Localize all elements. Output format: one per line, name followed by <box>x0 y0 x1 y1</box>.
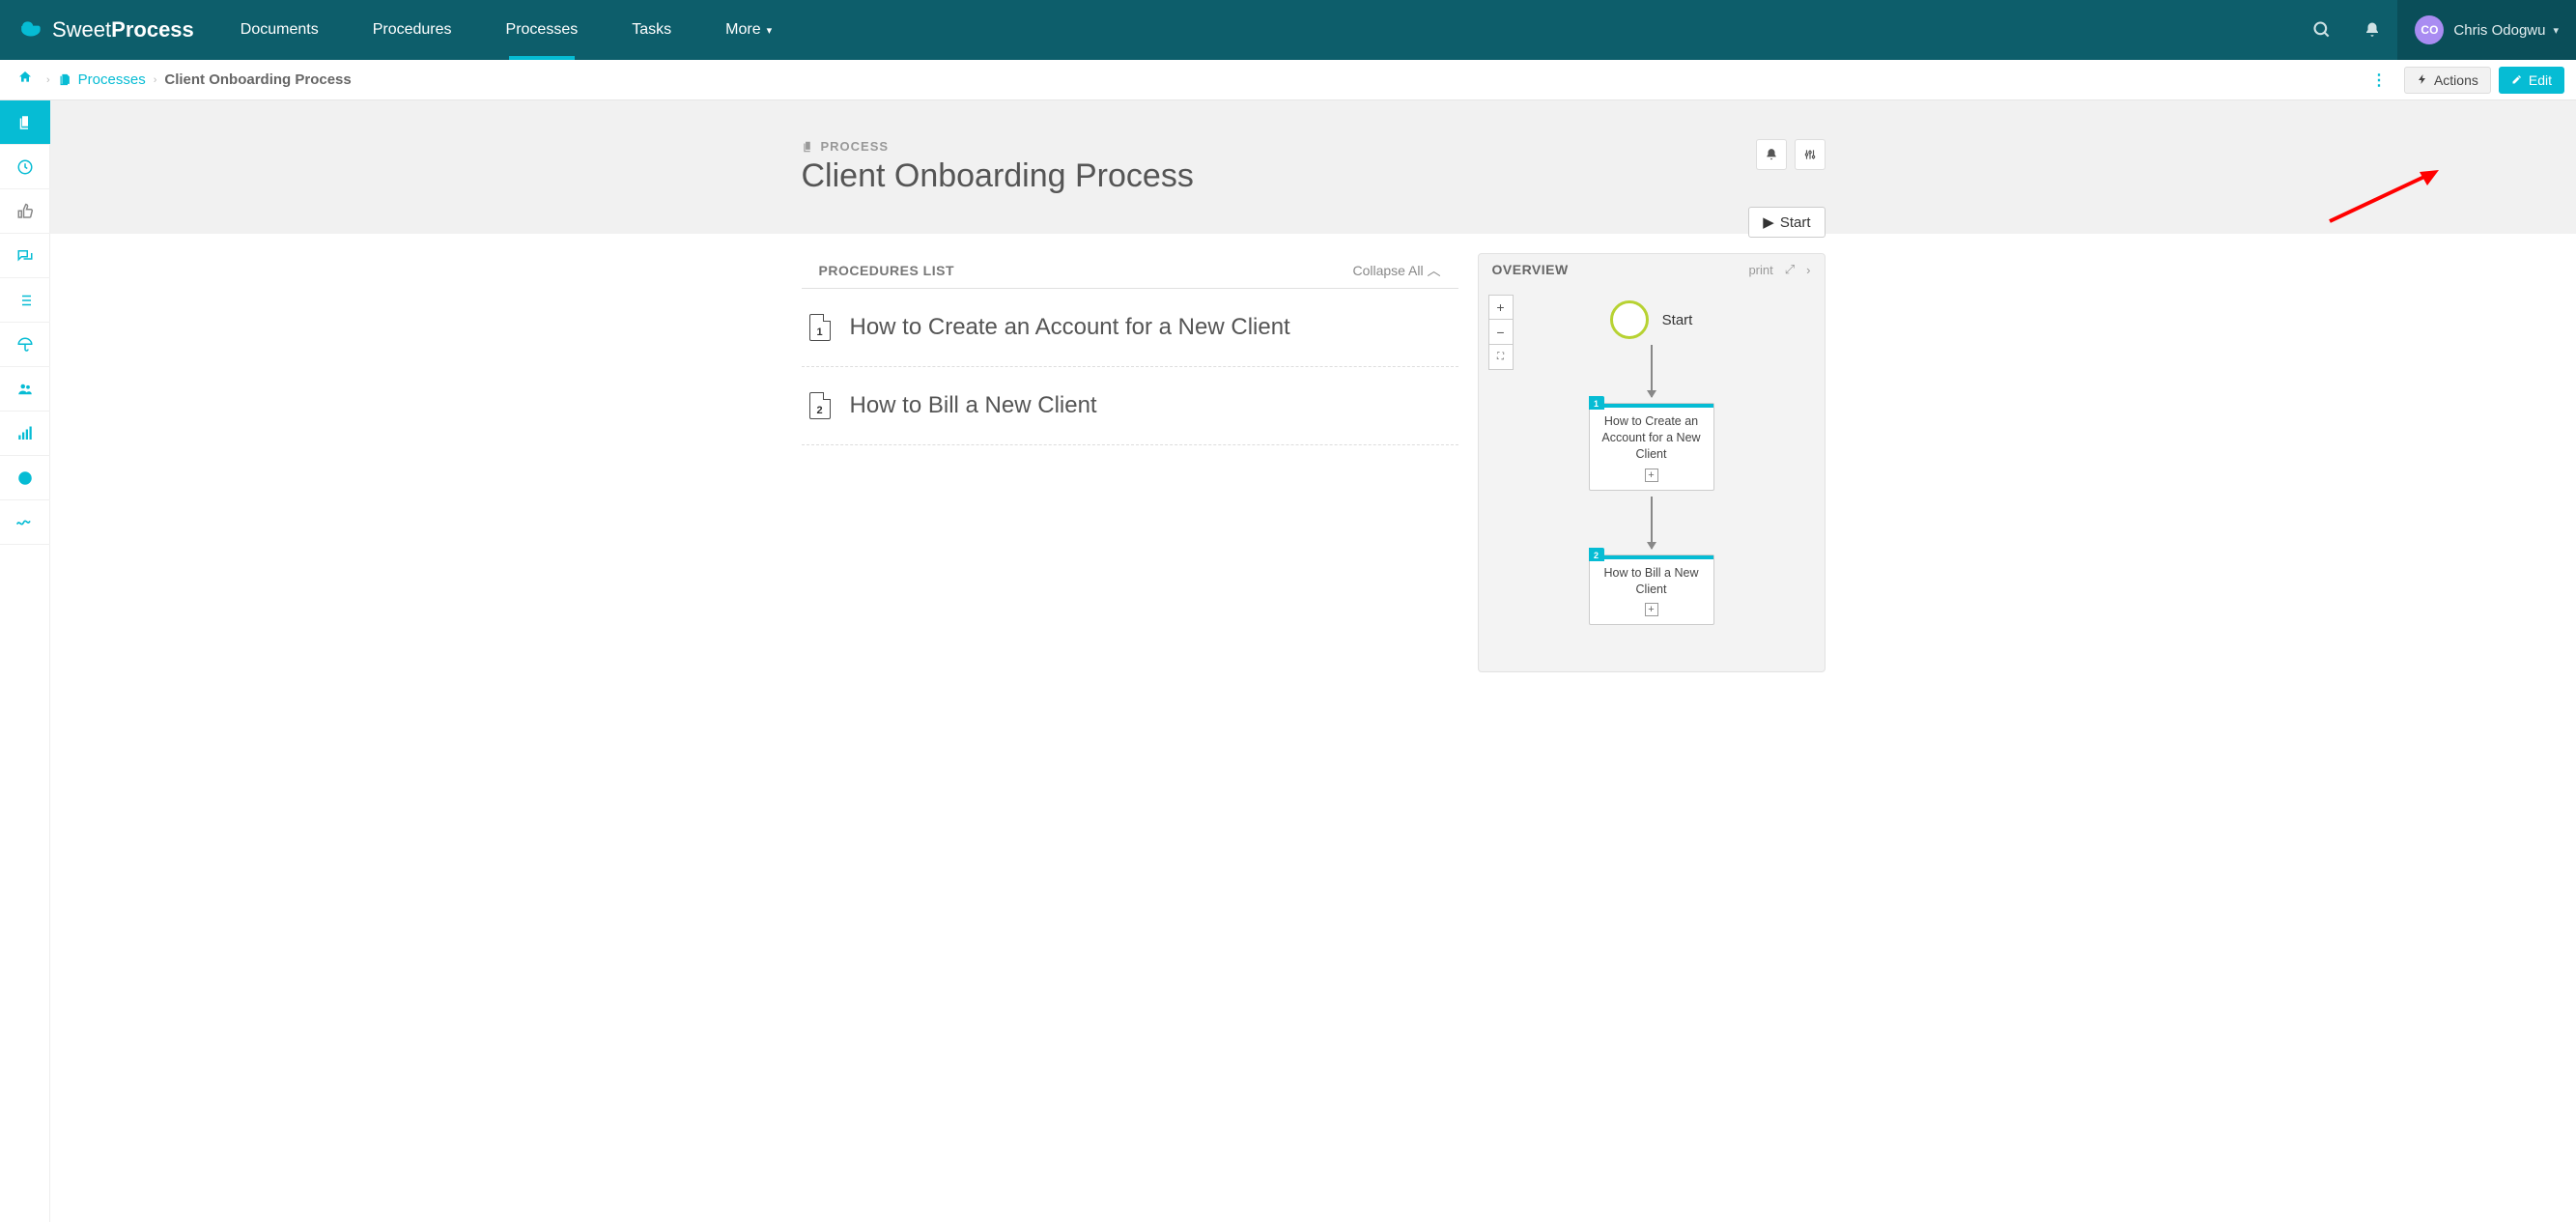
main-columns: PROCEDURES LIST Collapse All ︿ 1 How to … <box>782 234 1845 692</box>
user-name: Chris Odogwu <box>2453 22 2545 39</box>
nav-processes[interactable]: Processes <box>479 0 606 60</box>
sidebar-chat-icon[interactable] <box>0 234 50 278</box>
nav-documents[interactable]: Documents <box>213 0 346 60</box>
search-icon[interactable] <box>2297 0 2347 60</box>
chevron-up-icon: ︿ <box>1428 263 1441 278</box>
expand-node-icon[interactable]: + <box>1645 603 1658 616</box>
sidebar-activity-icon[interactable] <box>0 500 50 545</box>
sidebar-list-icon[interactable] <box>0 278 50 323</box>
flow-start-label: Start <box>1662 312 1693 328</box>
procedure-doc-icon: 2 <box>809 392 831 419</box>
nav-right: CO Chris Odogwu ▾ <box>2297 0 2576 60</box>
header-tools <box>1756 139 1826 170</box>
edit-button[interactable]: Edit <box>2499 67 2564 94</box>
side-nav <box>0 100 50 1222</box>
flow-node[interactable]: 1 How to Create an Account for a New Cli… <box>1589 403 1714 491</box>
print-button[interactable]: print <box>1748 263 1772 277</box>
sidebar-users-icon[interactable] <box>0 367 50 412</box>
documents-icon <box>58 72 72 87</box>
user-menu[interactable]: CO Chris Odogwu ▾ <box>2397 0 2576 60</box>
flow-node-number: 2 <box>1589 548 1604 561</box>
start-button[interactable]: ▶ Start <box>1748 207 1825 238</box>
sidebar-bars-icon[interactable] <box>0 412 50 456</box>
zoom-controls: + − ⛶ <box>1488 295 1514 370</box>
overview-title: OVERVIEW <box>1492 262 1569 277</box>
nav-more[interactable]: More▾ <box>698 0 799 60</box>
edit-icon <box>2511 72 2523 88</box>
sidebar-thumbs-up-icon[interactable] <box>0 189 50 234</box>
page-header: PROCESS Client Onboarding Process ▶ Star… <box>50 100 2576 234</box>
breadcrumb-sep: › <box>146 74 165 86</box>
page-type-label: PROCESS <box>802 139 1826 154</box>
avatar: CO <box>2415 15 2444 44</box>
expand-node-icon[interactable]: + <box>1645 469 1658 482</box>
procedure-item[interactable]: 1 How to Create an Account for a New Cli… <box>802 289 1458 367</box>
logo[interactable]: SweetProcess <box>0 17 213 43</box>
top-nav: SweetProcess Documents Procedures Proces… <box>0 0 2576 60</box>
chevron-down-icon: ▾ <box>767 24 773 37</box>
procedures-header: PROCEDURES LIST Collapse All ︿ <box>802 253 1458 289</box>
sidebar-gear-icon[interactable] <box>0 456 50 500</box>
zoom-out-button[interactable]: − <box>1488 320 1514 345</box>
flow-node-number: 1 <box>1589 396 1604 410</box>
nav-procedures[interactable]: Procedures <box>346 0 479 60</box>
logo-text-2: Process <box>111 17 194 43</box>
notify-button[interactable] <box>1756 139 1787 170</box>
flow-start-node[interactable] <box>1610 300 1649 339</box>
fit-button[interactable]: ⛶ <box>1488 345 1514 370</box>
workarea: PROCESS Client Onboarding Process ▶ Star… <box>0 100 2576 1222</box>
flow-diagram: Start 1 How to Create an Account for a N… <box>1492 295 1811 625</box>
overview-header: OVERVIEW print ⤢ › <box>1479 254 1825 285</box>
expand-icon[interactable]: ⤢ <box>1785 262 1795 277</box>
overview-panel: OVERVIEW print ⤢ › + − ⛶ <box>1478 253 1826 672</box>
procedure-title: How to Create an Account for a New Clien… <box>850 314 1290 341</box>
logo-icon <box>19 17 44 43</box>
flow-arrow <box>1651 345 1653 397</box>
process-icon <box>802 140 815 154</box>
flow-arrow <box>1651 497 1653 549</box>
flow-node-text: How to Bill a New Client <box>1590 559 1713 602</box>
overview-canvas: + − ⛶ Start 1 How to Create an <box>1479 285 1825 671</box>
breadcrumb-current: Client Onboarding Process <box>164 71 351 88</box>
sidebar-documents-icon[interactable] <box>0 100 50 145</box>
collapse-all-button[interactable]: Collapse All ︿ <box>1352 261 1440 280</box>
nav-items: Documents Procedures Processes Tasks Mor… <box>213 0 2298 60</box>
sidebar-clock-icon[interactable] <box>0 145 50 189</box>
procedures-column: PROCEDURES LIST Collapse All ︿ 1 How to … <box>802 253 1458 445</box>
breadcrumb-bar: › Processes › Client Onboarding Process … <box>0 60 2576 100</box>
content: PROCESS Client Onboarding Process ▶ Star… <box>50 100 2576 1222</box>
actions-button[interactable]: Actions <box>2404 67 2491 94</box>
breadcrumb-sep: › <box>39 74 58 86</box>
logo-text-1: Sweet <box>52 17 111 43</box>
page-title: Client Onboarding Process <box>802 157 1826 195</box>
home-icon[interactable] <box>12 70 39 90</box>
settings-sliders-button[interactable] <box>1795 139 1826 170</box>
breadcrumb-processes[interactable]: Processes <box>58 71 146 88</box>
procedures-header-title: PROCEDURES LIST <box>819 263 955 278</box>
procedure-doc-icon: 1 <box>809 314 831 341</box>
flow-node-text: How to Create an Account for a New Clien… <box>1590 408 1713 467</box>
sidebar-umbrella-icon[interactable] <box>0 323 50 367</box>
chevron-down-icon: ▾ <box>2553 24 2559 37</box>
nav-tasks[interactable]: Tasks <box>605 0 698 60</box>
lightning-icon <box>2417 72 2428 88</box>
more-options-icon[interactable]: ⋮ <box>2362 71 2396 90</box>
play-icon: ▶ <box>1763 213 1774 231</box>
procedure-title: How to Bill a New Client <box>850 392 1097 419</box>
zoom-in-button[interactable]: + <box>1488 295 1514 320</box>
bell-icon[interactable] <box>2347 0 2397 60</box>
chevron-right-icon[interactable]: › <box>1806 263 1810 277</box>
flow-node[interactable]: 2 How to Bill a New Client + <box>1589 554 1714 626</box>
procedure-item[interactable]: 2 How to Bill a New Client <box>802 367 1458 445</box>
